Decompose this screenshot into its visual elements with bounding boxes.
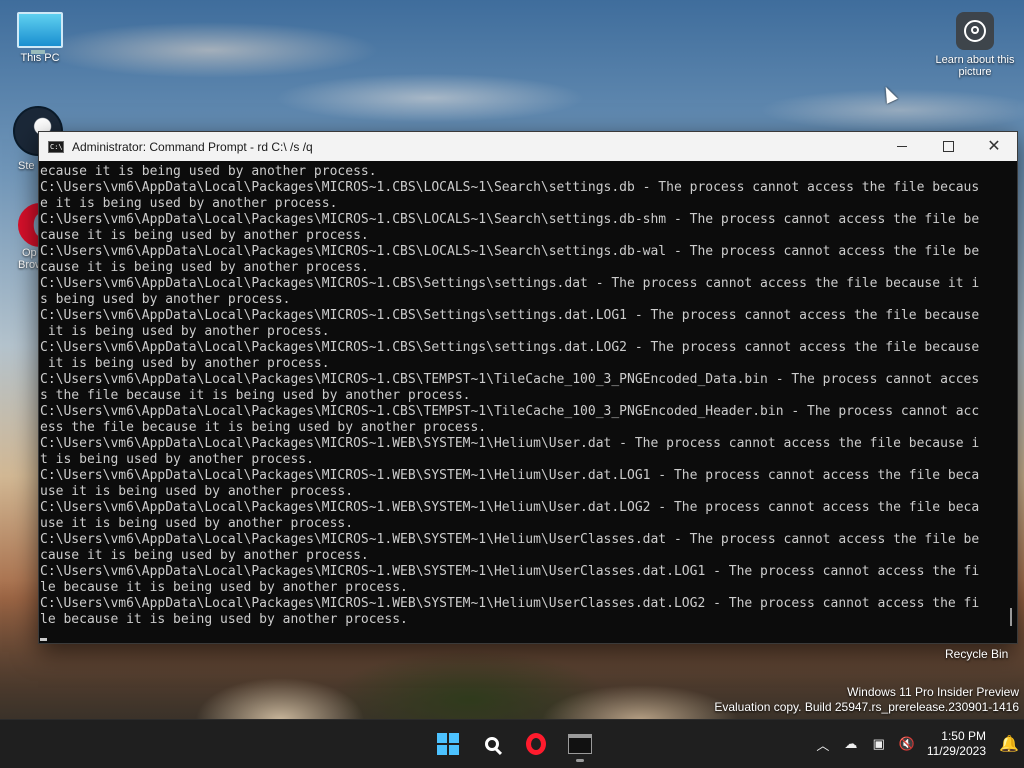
desktop-icon-this-pc[interactable]: This PC	[0, 12, 80, 64]
console-text: ecause it is being used by another proce…	[40, 164, 1003, 643]
volume-muted-icon[interactable]: 🔇	[893, 736, 921, 752]
maximize-button[interactable]	[925, 132, 971, 161]
command-prompt-icon	[568, 734, 592, 754]
watermark-edition: Windows 11 Pro Insider Preview	[847, 685, 1019, 699]
command-prompt-taskbar-button[interactable]	[560, 724, 600, 764]
watermark-build: Evaluation copy. Build 25947.rs_prerelea…	[714, 700, 1019, 714]
command-prompt-icon: C:\	[48, 140, 64, 153]
network-icon[interactable]: ▣	[865, 736, 893, 752]
scrollbar-thumb[interactable]	[1010, 608, 1012, 626]
clock[interactable]: 1:50 PM 11/29/2023	[927, 729, 986, 759]
os-watermark: Windows 11 Pro Insider Preview Evaluatio…	[714, 685, 1019, 715]
desktop-icon-label: Learn about this picture	[935, 54, 1015, 78]
console-output[interactable]: ecause it is being used by another proce…	[39, 162, 1003, 643]
vertical-scrollbar[interactable]	[1003, 162, 1017, 643]
mouse-pointer-icon	[880, 84, 898, 104]
search-button[interactable]	[472, 724, 512, 764]
taskbar-apps	[428, 720, 600, 768]
window-titlebar[interactable]: C:\ Administrator: Command Prompt - rd C…	[39, 132, 1017, 161]
this-pc-icon	[17, 12, 63, 54]
desktop-icon-recycle-bin[interactable]: Recycle Bin	[945, 647, 1008, 661]
maximize-icon	[942, 141, 954, 152]
search-icon	[485, 737, 499, 751]
console-cursor	[40, 638, 47, 641]
opera-taskbar-button[interactable]	[516, 724, 556, 764]
clock-date: 11/29/2023	[926, 744, 986, 758]
minimize-button[interactable]	[879, 132, 925, 161]
onedrive-offline-icon[interactable]: ☁	[837, 736, 865, 752]
running-indicator	[576, 759, 584, 762]
start-button[interactable]	[428, 724, 468, 764]
show-hidden-icons-chevron-icon[interactable]: ︿	[809, 735, 837, 754]
minimize-icon	[897, 146, 907, 147]
close-icon: ✕	[987, 137, 1001, 155]
notification-bell-icon[interactable]: 🔔	[994, 734, 1024, 754]
clock-time: 1:50 PM	[941, 729, 986, 743]
command-prompt-window[interactable]: C:\ Administrator: Command Prompt - rd C…	[38, 131, 1018, 644]
start-icon	[437, 733, 459, 755]
desktop-icon-label: Ste	[18, 160, 35, 172]
close-button[interactable]: ✕	[971, 132, 1017, 161]
opera-icon	[526, 733, 546, 755]
desktop-icon-label: Brow	[18, 259, 44, 271]
taskbar: ︿ ☁ ▣ 🔇 1:50 PM 11/29/2023 🔔	[0, 719, 1024, 768]
desktop-icon-learn-about-picture[interactable]: Learn about this picture	[935, 12, 1015, 78]
window-title: Administrator: Command Prompt - rd C:\ /…	[72, 139, 313, 154]
camera-info-icon	[956, 12, 994, 50]
system-tray: ︿ ☁ ▣ 🔇 1:50 PM 11/29/2023 🔔	[809, 720, 1024, 768]
desktop-icon-opera[interactable]: Op Brow	[0, 203, 62, 271]
